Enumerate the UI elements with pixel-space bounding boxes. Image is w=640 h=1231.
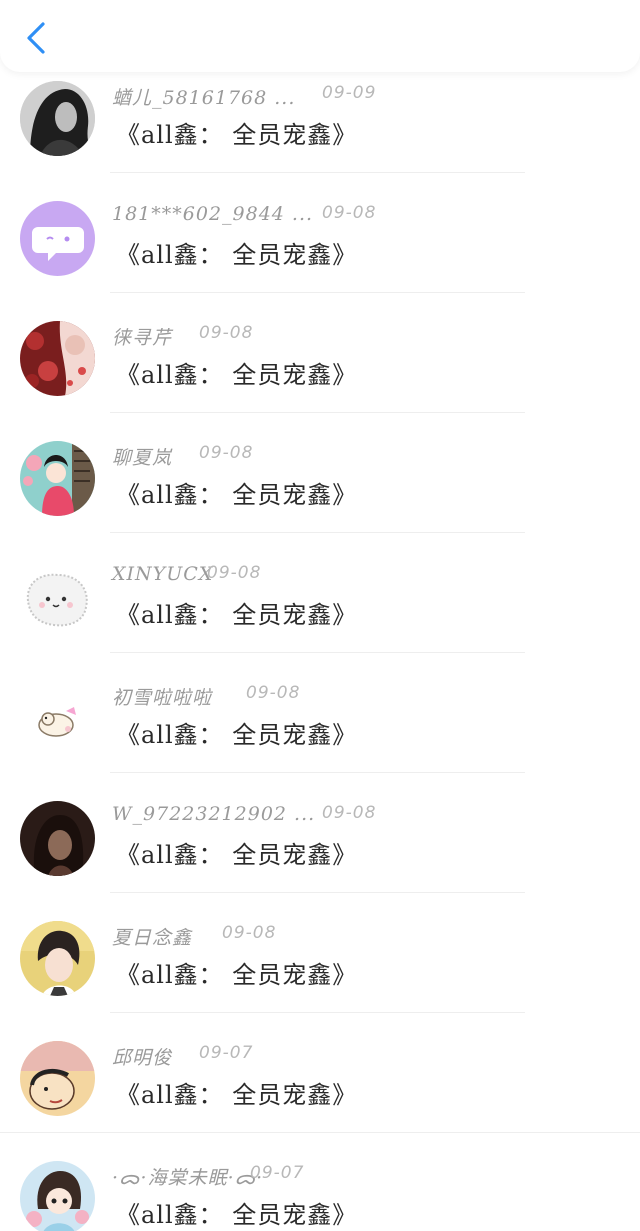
list-item[interactable]: 徕寻芹 09-08 《all鑫： 全员宠鑫》: [0, 317, 640, 437]
comment-meta: 蝤儿_58161768 ... 09-09: [112, 83, 375, 109]
divider: [110, 892, 525, 893]
comment-text: 《all鑫： 全员宠鑫》: [116, 361, 358, 389]
comment-date: 09-08: [199, 323, 254, 343]
avatar[interactable]: [20, 561, 95, 636]
comment-meta: 夏日念鑫 09-08: [112, 923, 275, 949]
comment-text: 《all鑫： 全员宠鑫》: [116, 841, 358, 869]
top-bar: [0, 0, 640, 72]
username[interactable]: 徕寻芹: [112, 327, 172, 349]
comment-meta: 聊夏岚 09-08: [112, 443, 252, 469]
list-item[interactable]: 181***602_9844 ... 09-08 《all鑫： 全员宠鑫》: [0, 197, 640, 317]
comment-meta: 邱明俊 09-07: [112, 1043, 252, 1069]
avatar[interactable]: [20, 801, 95, 876]
chevron-left-icon: [27, 22, 45, 54]
divider: [110, 772, 525, 773]
divider: [110, 172, 525, 173]
comment-date: 09-08: [246, 683, 301, 703]
avatar[interactable]: [20, 201, 95, 276]
divider: [110, 1012, 525, 1013]
avatar[interactable]: [20, 681, 95, 756]
comment-date: 09-08: [322, 203, 377, 223]
comment-date: 09-07: [199, 1043, 254, 1063]
username[interactable]: 蝤儿_58161768 ...: [112, 87, 295, 109]
comment-meta: ·ᯅ·海棠未眠·ᯅ· 09-07: [112, 1163, 303, 1189]
comment-date: 09-08: [199, 443, 254, 463]
comment-meta: 181***602_9844 ... 09-08: [112, 203, 375, 229]
avatar[interactable]: [20, 81, 95, 156]
comment-meta: W_97223212902 ... 09-08: [112, 803, 375, 829]
divider: [110, 412, 525, 413]
comment-date: 09-08: [322, 803, 377, 823]
list-item[interactable]: 初雪啦啦啦 09-08 《all鑫： 全员宠鑫》: [0, 677, 640, 797]
username[interactable]: 初雪啦啦啦: [112, 687, 212, 709]
username[interactable]: W_97223212902 ...: [112, 803, 315, 825]
list-item[interactable]: 夏日念鑫 09-08 《all鑫： 全员宠鑫》: [0, 917, 640, 1037]
comment-text: 《all鑫： 全员宠鑫》: [116, 241, 358, 269]
comment-text: 《all鑫： 全员宠鑫》: [116, 1081, 358, 1109]
comment-date: 09-08: [222, 923, 277, 943]
avatar[interactable]: [20, 441, 95, 516]
comment-date: 09-09: [322, 83, 377, 103]
divider: [0, 1132, 640, 1133]
comment-text: 《all鑫： 全员宠鑫》: [116, 601, 358, 629]
username[interactable]: 夏日念鑫: [112, 927, 192, 949]
username[interactable]: XINYUCX: [112, 563, 213, 585]
comment-text: 《all鑫： 全员宠鑫》: [116, 721, 358, 749]
comment-text: 《all鑫： 全员宠鑫》: [116, 121, 358, 149]
username[interactable]: 聊夏岚: [112, 447, 172, 469]
comment-list: 蝤儿_58161768 ... 09-09 《all鑫： 全员宠鑫》 181**…: [0, 0, 640, 1231]
list-item[interactable]: 邱明俊 09-07 《all鑫： 全员宠鑫》: [0, 1037, 640, 1157]
comment-text: 《all鑫： 全员宠鑫》: [116, 961, 358, 989]
avatar[interactable]: [20, 321, 95, 396]
comment-meta: 徕寻芹 09-08: [112, 323, 252, 349]
username[interactable]: 181***602_9844 ...: [112, 203, 313, 225]
avatar[interactable]: [20, 921, 95, 996]
comment-meta: XINYUCX 09-08: [112, 563, 260, 589]
list-item[interactable]: ·ᯅ·海棠未眠·ᯅ· 09-07 《all鑫： 全员宠鑫》: [0, 1157, 640, 1231]
avatar[interactable]: [20, 1041, 95, 1116]
comment-date: 09-08: [207, 563, 262, 583]
list-item[interactable]: W_97223212902 ... 09-08 《all鑫： 全员宠鑫》: [0, 797, 640, 917]
divider: [110, 532, 525, 533]
divider: [110, 292, 525, 293]
comment-text: 《all鑫： 全员宠鑫》: [116, 1201, 358, 1229]
comment-date: 09-07: [250, 1163, 305, 1183]
username[interactable]: ·ᯅ·海棠未眠·ᯅ·: [112, 1167, 263, 1189]
username[interactable]: 邱明俊: [112, 1047, 172, 1069]
comment-text: 《all鑫： 全员宠鑫》: [116, 481, 358, 509]
comment-meta: 初雪啦啦啦 09-08: [112, 683, 299, 709]
divider: [110, 652, 525, 653]
back-button[interactable]: [18, 18, 54, 58]
list-item[interactable]: XINYUCX 09-08 《all鑫： 全员宠鑫》: [0, 557, 640, 677]
avatar[interactable]: [20, 1161, 95, 1231]
list-item[interactable]: 聊夏岚 09-08 《all鑫： 全员宠鑫》: [0, 437, 640, 557]
list-item[interactable]: 蝤儿_58161768 ... 09-09 《all鑫： 全员宠鑫》: [0, 77, 640, 197]
